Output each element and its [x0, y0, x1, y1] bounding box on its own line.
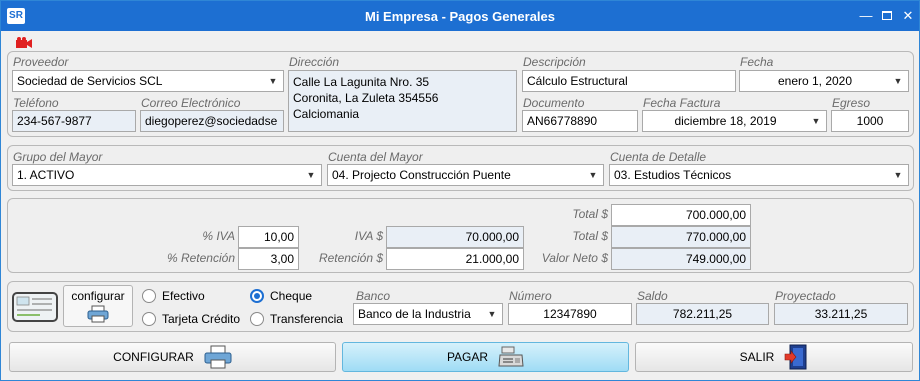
fecha-label: Fecha [740, 55, 774, 69]
chevron-down-icon [806, 111, 826, 131]
iva-pct-field[interactable]: 10,00 [238, 226, 299, 248]
proveedor-value: Sociedad de Servicios SCL [17, 74, 163, 88]
chevron-down-icon [263, 71, 283, 91]
chevron-down-icon [888, 165, 908, 185]
saldo-field: 782.211,25 [636, 303, 769, 325]
direccion-label: Dirección [289, 55, 340, 69]
iva-label: IVA $ [354, 229, 383, 243]
radio-cheque[interactable]: Cheque [250, 287, 312, 305]
direccion-field[interactable]: Calle La Lagunita Nro. 35 Coronita, La Z… [288, 70, 517, 132]
tarjeta-label: Tarjeta Crédito [162, 312, 241, 326]
printer-icon [87, 305, 109, 323]
ret-pct-field[interactable]: 3,00 [238, 248, 299, 270]
grupo-select[interactable]: 1. ACTIVO [12, 164, 322, 186]
salir-button[interactable]: SALIR [635, 342, 913, 372]
pagar-label: PAGAR [446, 350, 489, 364]
proveedor-select[interactable]: Sociedad de Servicios SCL [12, 70, 284, 92]
cash-register-icon [498, 346, 524, 367]
proyectado-field: 33.211,25 [774, 303, 908, 325]
detalle-select[interactable]: 03. Estudios Técnicos [609, 164, 909, 186]
telefono-label: Teléfono [13, 96, 59, 110]
fecha-factura-date-picker[interactable]: diciembre 18, 2019 [642, 110, 827, 132]
total2-label: Total $ [572, 229, 608, 243]
neto-label: Valor Neto $ [541, 251, 608, 265]
window-title: Mi Empresa - Pagos Generales [364, 9, 556, 24]
configurar-label: CONFIGURAR [113, 350, 194, 364]
proveedor-label: Proveedor [13, 55, 69, 69]
fecha-factura-value: diciembre 18, 2019 [674, 114, 777, 128]
documento-label: Documento [523, 96, 585, 110]
pagar-button[interactable]: PAGAR [342, 342, 629, 372]
ret-label: Retención $ [318, 251, 383, 265]
fecha-factura-label: Fecha Factura [643, 96, 721, 110]
chevron-down-icon [301, 165, 321, 185]
close-icon[interactable]: ✕ [899, 7, 917, 25]
cuenta-select[interactable]: 04. Projecto Construcción Puente [327, 164, 604, 186]
detalle-value: 03. Estudios Técnicos [614, 168, 732, 182]
minimize-icon[interactable]: — [857, 7, 875, 25]
fecha-date-picker[interactable]: enero 1, 2020 [739, 70, 909, 92]
configurar-button[interactable]: CONFIGURAR [9, 342, 336, 372]
fecha-value: enero 1, 2020 [777, 74, 853, 88]
neto-field: 749.000,00 [611, 248, 751, 270]
egreso-field[interactable]: 1000 [831, 110, 909, 132]
cheque-label: Cheque [270, 289, 313, 303]
radio-tarjeta[interactable]: Tarjeta Crédito [142, 310, 240, 328]
cuenta-label: Cuenta del Mayor [328, 150, 423, 164]
radio-transferencia[interactable]: Transferencia [250, 310, 343, 328]
cuenta-value: 04. Projecto Construcción Puente [332, 168, 511, 182]
correo-field[interactable]: diegoperez@sociedadse [140, 110, 284, 132]
radio-circle [142, 289, 156, 303]
total1-label: Total $ [572, 207, 608, 221]
egreso-label: Egreso [832, 96, 871, 110]
configurar-payment-button[interactable]: configurar [63, 285, 133, 327]
descripcion-field[interactable]: Cálculo Estructural [522, 70, 736, 92]
iva-pct-label: % IVA [202, 229, 235, 243]
banco-select[interactable]: Banco de la Industria [353, 303, 503, 325]
configurar-payment-label: configurar [71, 289, 125, 303]
numero-field[interactable]: 12347890 [508, 303, 632, 325]
documento-field[interactable]: AN66778890 [522, 110, 638, 132]
numero-label: Número [509, 289, 552, 303]
banco-label: Banco [356, 289, 391, 303]
correo-label: Correo Electrónico [141, 96, 241, 110]
efectivo-label: Efectivo [162, 289, 205, 303]
chevron-down-icon [583, 165, 603, 185]
ret-field[interactable]: 21.000,00 [386, 248, 524, 270]
radio-circle-selected [250, 289, 264, 303]
detalle-label: Cuenta de Detalle [610, 150, 707, 164]
salir-label: SALIR [739, 350, 775, 364]
printer-icon [204, 345, 232, 369]
descripcion-label: Descripción [523, 55, 586, 69]
banco-value: Banco de la Industria [358, 307, 471, 321]
telefono-field[interactable]: 234-567-9877 [12, 110, 136, 132]
radio-circle [250, 312, 264, 326]
total2-field: 770.000,00 [611, 226, 751, 248]
chevron-down-icon [482, 304, 502, 324]
ret-pct-label: % Retención [166, 251, 235, 265]
title-bar: SR Mi Empresa - Pagos Generales — ✕ [1, 1, 919, 31]
iva-field: 70.000,00 [386, 226, 524, 248]
radio-efectivo[interactable]: Efectivo [142, 287, 205, 305]
grupo-value: 1. ACTIVO [17, 168, 75, 182]
maximize-icon[interactable] [878, 7, 896, 25]
radio-circle [142, 312, 156, 326]
camera-record-icon[interactable] [15, 37, 33, 49]
grupo-label: Grupo del Mayor [13, 150, 103, 164]
exit-door-icon [785, 344, 807, 370]
bank-check-icon [12, 292, 58, 322]
chevron-down-icon [888, 71, 908, 91]
payments-window: SR Mi Empresa - Pagos Generales — ✕ Prov… [0, 0, 920, 381]
saldo-label: Saldo [637, 289, 668, 303]
proyectado-label: Proyectado [775, 289, 836, 303]
total1-field[interactable]: 700.000,00 [611, 204, 751, 226]
transferencia-label: Transferencia [270, 312, 343, 326]
